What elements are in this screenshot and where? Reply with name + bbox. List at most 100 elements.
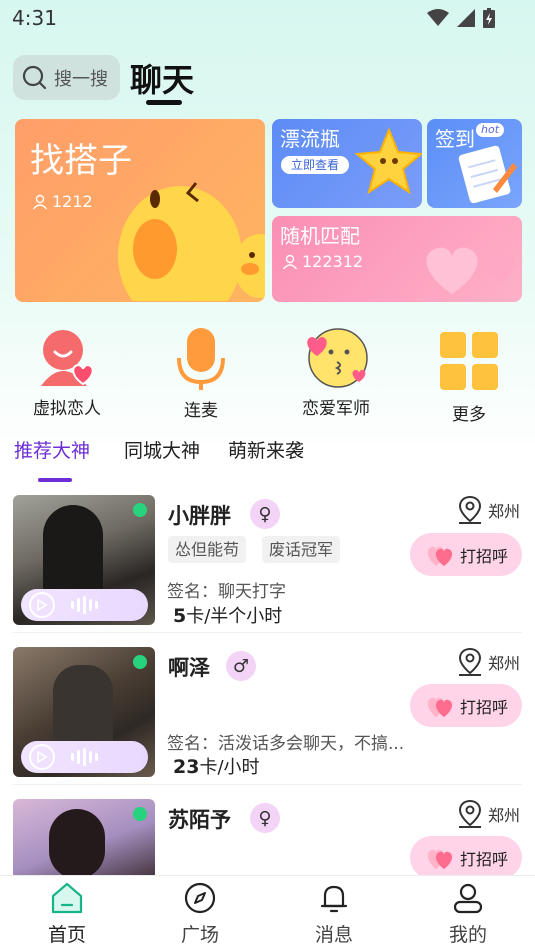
page-title: 聊天	[130, 61, 195, 99]
star-icon	[354, 127, 422, 195]
user-price: 23卡/小时	[173, 753, 260, 779]
nav-label: 广场	[180, 924, 219, 946]
avatar[interactable]	[13, 495, 155, 625]
play-icon	[29, 592, 55, 618]
battery-icon	[483, 8, 495, 28]
user-signature: 签名：活泼话多会聊天，不搞...	[167, 734, 405, 754]
user-name: 小胖胖	[168, 504, 231, 528]
greet-label: 打招呼	[459, 697, 508, 717]
nav-label: 消息	[314, 924, 353, 946]
greet-button[interactable]: 打招呼	[410, 533, 522, 576]
quick-voice-chat[interactable]: 连麦	[164, 326, 238, 421]
heart-icon	[427, 849, 453, 869]
heart-person-icon	[41, 330, 94, 386]
quick-love-advisor[interactable]: 恋爱军师	[298, 326, 374, 419]
avatar[interactable]	[13, 647, 155, 777]
user-price: 5卡/半个小时	[173, 602, 282, 628]
price-unit: 卡/小时	[199, 757, 260, 778]
location-text: 郑州	[487, 806, 520, 825]
nav-square[interactable]: 广场	[165, 882, 235, 947]
duck-illustration-icon	[118, 182, 265, 301]
quick-label: 更多	[452, 405, 486, 425]
nav-label: 我的	[448, 924, 487, 946]
avatar-figure	[49, 809, 105, 875]
location-pin-icon	[458, 495, 481, 524]
status-icons	[427, 8, 495, 28]
wifi-icon	[427, 9, 449, 26]
nav-home[interactable]: 首页	[32, 882, 102, 947]
status-time: 4:31	[12, 6, 57, 30]
greet-button[interactable]: 打招呼	[410, 684, 522, 727]
bottom-nav: 首页 广场 消息 我的	[0, 875, 535, 951]
status-bar: 4:31	[0, 0, 535, 38]
quick-label: 连麦	[184, 401, 218, 421]
nav-messages[interactable]: 消息	[299, 882, 369, 947]
nav-profile[interactable]: 我的	[433, 882, 503, 947]
compass-icon	[184, 882, 216, 914]
location-text: 郑州	[487, 654, 520, 673]
tab-indicator	[38, 478, 72, 482]
random-match-title: 随机匹配	[280, 224, 360, 248]
waveform-icon	[71, 748, 98, 766]
user-location: 郑州	[456, 647, 520, 677]
person-icon	[282, 254, 298, 269]
user-tag: 怂但能苟	[168, 536, 247, 563]
microphone-icon	[177, 328, 225, 390]
list-item[interactable]: 小胖胖 ♀ 怂但能苟 废话冠军 签名：聊天打字 5卡/半个小时 郑州 打招呼	[13, 495, 522, 633]
female-icon: ♀	[250, 499, 280, 529]
notepad-icon	[458, 145, 517, 203]
list-item[interactable]: 苏陌予 ♀ 郑州 打招呼	[13, 799, 522, 875]
user-name: 苏陌予	[168, 808, 231, 832]
person-icon	[32, 194, 48, 209]
tab-recommended[interactable]: 推荐大神	[14, 436, 90, 463]
random-match-count-value: 122312	[302, 252, 364, 271]
search-box[interactable]: 搜一搜	[13, 55, 120, 100]
random-match-count: 122312	[282, 252, 363, 271]
drift-bottle-title: 漂流瓶	[280, 127, 340, 151]
price-number: 23	[173, 756, 200, 778]
find-partner-card[interactable]: 找搭子 1212	[15, 119, 265, 302]
voice-intro-button[interactable]	[21, 741, 148, 773]
female-icon: ♀	[250, 803, 280, 833]
heart-icon	[427, 697, 453, 717]
user-icon	[453, 883, 483, 914]
search-icon	[22, 65, 47, 89]
grid-icon	[440, 332, 498, 390]
online-indicator	[133, 503, 147, 517]
quick-more[interactable]: 更多	[432, 330, 506, 425]
greet-label: 打招呼	[459, 849, 508, 869]
hot-badge: hot	[476, 123, 505, 137]
greet-button[interactable]: 打招呼	[410, 836, 522, 875]
price-number: 5	[173, 605, 187, 627]
view-now-button[interactable]: 立即查看	[281, 156, 349, 174]
user-tag: 废话冠军	[262, 536, 341, 563]
voice-intro-button[interactable]	[21, 589, 148, 621]
search-placeholder: 搜一搜	[54, 68, 108, 90]
tab-newcomers[interactable]: 萌新来袭	[228, 436, 304, 463]
play-icon	[29, 744, 55, 770]
user-location: 郑州	[456, 799, 520, 829]
user-name: 啊泽	[168, 656, 210, 680]
location-pin-icon	[458, 799, 481, 828]
signal-icon	[457, 9, 475, 27]
home-icon	[51, 882, 83, 914]
male-icon: ♂	[226, 651, 256, 681]
sign-in-card[interactable]: 签到 hot	[427, 119, 522, 208]
drift-bottle-card[interactable]: 漂流瓶 立即查看	[272, 119, 422, 208]
tab-same-city[interactable]: 同城大神	[124, 436, 200, 463]
random-match-card[interactable]: 随机匹配 122312	[272, 216, 522, 302]
location-pin-icon	[458, 647, 481, 676]
user-location: 郑州	[456, 495, 520, 525]
title-underline	[146, 100, 182, 105]
quick-label: 恋爱军师	[302, 399, 370, 419]
greet-label: 打招呼	[459, 546, 508, 566]
user-signature: 签名：聊天打字	[167, 582, 286, 602]
bell-icon	[320, 885, 348, 913]
hearts-illustration-icon	[426, 247, 516, 294]
quick-virtual-lover[interactable]: 虚拟恋人	[30, 326, 104, 419]
avatar[interactable]	[13, 799, 155, 875]
list-item[interactable]: 啊泽 ♂ 签名：活泼话多会聊天，不搞... 23卡/小时 郑州 打招呼	[13, 647, 522, 785]
price-unit: 卡/半个小时	[186, 606, 283, 627]
quick-label: 虚拟恋人	[33, 399, 101, 419]
online-indicator	[133, 655, 147, 669]
